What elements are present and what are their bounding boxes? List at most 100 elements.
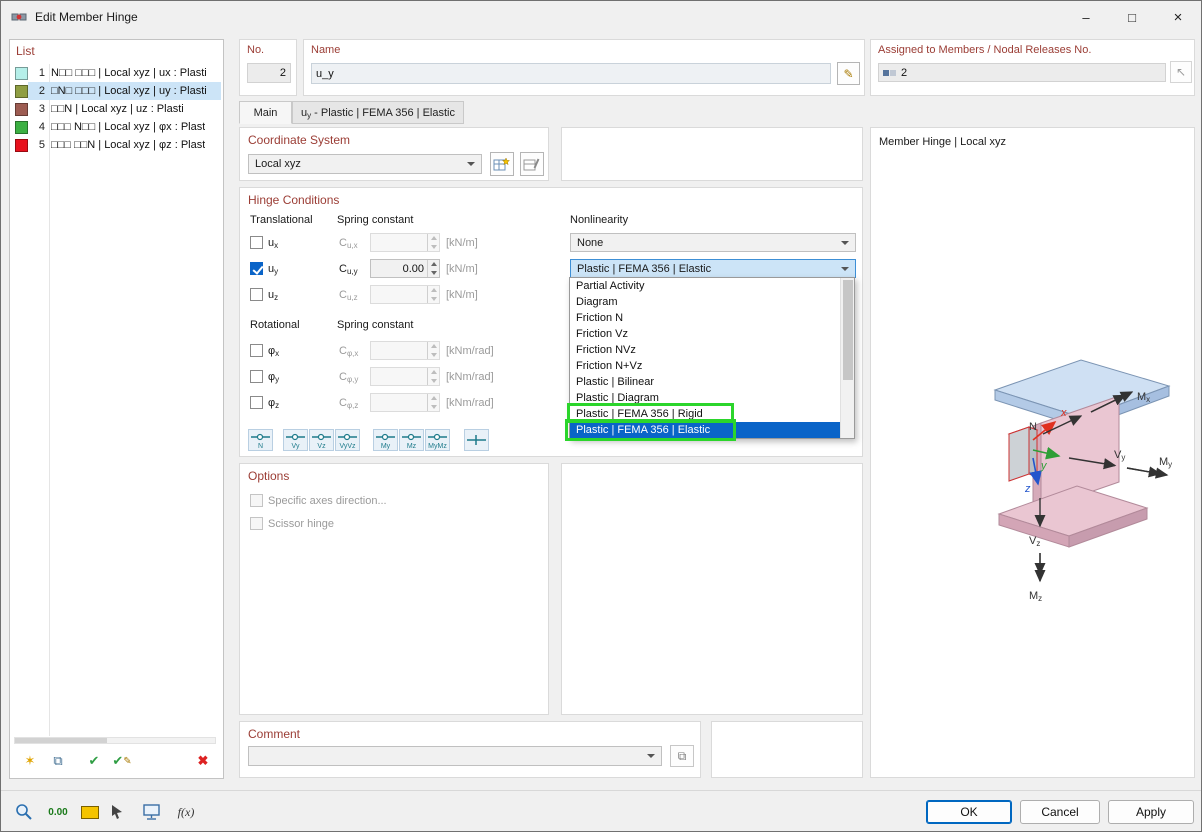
spring-input-cphiy[interactable] (370, 367, 440, 386)
assigned-value-field: 2 (878, 63, 1166, 82)
nonlinearity-select-uy[interactable]: Plastic | FEMA 356 | Elastic (570, 259, 856, 278)
spinner-buttons[interactable] (427, 394, 439, 411)
spinner-buttons[interactable] (427, 286, 439, 303)
coordinate-system-select[interactable]: Local xyz (248, 154, 482, 174)
tab-label: uy - Plastic | FEMA 356 | Elastic (301, 107, 455, 119)
hinge-symbol-icon (466, 434, 487, 446)
options-label: Options (248, 469, 289, 483)
diagram-panel[interactable]: Member Hinge | Local xyz (870, 127, 1195, 778)
decimal-places-button[interactable]: 0.00 (45, 799, 71, 825)
checkbox-uz[interactable] (250, 288, 263, 301)
dropdown-option[interactable]: Plastic | Bilinear (570, 374, 840, 390)
dropdown-option[interactable]: Friction Vz (570, 326, 840, 342)
copy-hinge-button[interactable]: ⧉ (46, 750, 70, 772)
ok-button[interactable]: OK (926, 800, 1012, 824)
monitor-icon (142, 803, 162, 821)
scrollbar-thumb[interactable] (843, 280, 853, 380)
maximize-button[interactable]: □ (1109, 1, 1155, 33)
hinge-preset-vy-button[interactable]: Vy (283, 429, 308, 451)
checkbox-specific-axes[interactable] (250, 494, 263, 507)
unit-label: [kNm/rad] (446, 345, 494, 357)
member-hinge-3d-view[interactable]: x y z N Mx Vy My Vz Mz (883, 328, 1183, 618)
list-item-number: 3 (28, 103, 45, 115)
spring-input-cphix[interactable] (370, 341, 440, 360)
cancel-button[interactable]: Cancel (1020, 800, 1100, 824)
list-item[interactable]: 5□□□ □□N | Local xyz | φz : Plast (12, 136, 221, 154)
tab-uy-plastic[interactable]: uy - Plastic | FEMA 356 | Elastic (292, 101, 464, 124)
spinner-buttons[interactable] (427, 260, 439, 277)
dropdown-option[interactable]: Partial Activity (570, 278, 840, 294)
nonlinearity-dropdown: Partial Activity Diagram Friction N Fric… (569, 277, 855, 439)
spinner-buttons[interactable] (427, 234, 439, 251)
apply-button[interactable]: Apply (1108, 800, 1194, 824)
display-settings-button[interactable] (139, 799, 165, 825)
list-scrollbar-horizontal[interactable] (14, 737, 216, 744)
checkbox-uy[interactable] (250, 262, 263, 275)
dropdown-option[interactable]: Friction N+Vz (570, 358, 840, 374)
app-icon (11, 9, 27, 25)
hinge-preset-n-button[interactable]: N (248, 429, 273, 451)
list-item-label: N□□ □□□ | Local xyz | ux : Plasti (51, 67, 207, 79)
name-input[interactable] (311, 63, 831, 84)
dropdown-option[interactable]: Plastic | Diagram (570, 390, 840, 406)
spinner-buttons[interactable] (427, 368, 439, 385)
edit-name-button[interactable]: ✎ (837, 62, 860, 85)
hinge-preset-my-button[interactable]: My (373, 429, 398, 451)
spring-constant-header: Spring constant (337, 214, 413, 226)
hinge-preset-vyvz-button[interactable]: VyVz (335, 429, 360, 451)
checkbox-phiz[interactable] (250, 396, 263, 409)
name-label: Name (311, 44, 340, 56)
dropdown-option[interactable]: Friction N (570, 310, 840, 326)
options-panel: Options Specific axes direction... Sciss… (239, 463, 549, 715)
pick-objects-button[interactable] (105, 799, 131, 825)
specific-axes-label: Specific axes direction... (268, 495, 387, 507)
tab-label: Main (254, 107, 278, 119)
dropdown-option-selected[interactable]: Plastic | FEMA 356 | Elastic (570, 422, 840, 438)
new-hinge-button[interactable]: ✶ (18, 750, 42, 772)
spring-input-cuz[interactable] (370, 285, 440, 304)
spring-input-cux[interactable] (370, 233, 440, 252)
tab-main[interactable]: Main (239, 101, 292, 124)
list-item[interactable]: 3□□N | Local xyz | uz : Plasti (12, 100, 221, 118)
details-button[interactable] (11, 799, 37, 825)
spring-input-cuy[interactable] (370, 259, 440, 278)
vy-label: Vy (1114, 449, 1125, 462)
hinge-preset-mymz-button[interactable]: MyMz (425, 429, 450, 451)
formula-icon: f(x) (178, 805, 195, 820)
assigned-group: Assigned to Members / Nodal Releases No.… (870, 39, 1195, 96)
spring-input-cphiz[interactable] (370, 393, 440, 412)
checkbox-phix[interactable] (250, 344, 263, 357)
hinge-preset-mz-button[interactable]: Mz (399, 429, 424, 451)
spinner-buttons[interactable] (427, 342, 439, 359)
nonlinearity-header: Nonlinearity (570, 214, 628, 226)
checkbox-phiy[interactable] (250, 370, 263, 383)
copy-comment-button[interactable]: ⧉ (670, 745, 694, 767)
scrollbar-thumb[interactable] (15, 738, 107, 743)
list-item[interactable]: 2□N□ □□□ | Local xyz | uy : Plasti (12, 82, 221, 100)
formula-button[interactable]: f(x) (173, 799, 199, 825)
check-button[interactable]: ✔ (82, 750, 106, 772)
dropdown-option[interactable]: Friction NVz (570, 342, 840, 358)
color-swatch (15, 103, 28, 116)
close-button[interactable]: × (1155, 1, 1201, 33)
list-item[interactable]: 1N□□ □□□ | Local xyz | ux : Plasti (12, 64, 221, 82)
new-coordinate-system-button[interactable] (490, 152, 514, 176)
spring-label-cphiy: Cφ,y (339, 371, 358, 383)
hinge-preset-clear-button[interactable] (464, 429, 489, 451)
dropdown-option[interactable]: Plastic | FEMA 356 | Rigid (570, 406, 840, 422)
hinge-preset-vz-button[interactable]: Vz (309, 429, 334, 451)
minimize-button[interactable]: – (1063, 1, 1109, 33)
checkbox-scissor-hinge[interactable] (250, 517, 263, 530)
edit-coordinate-system-button[interactable] (520, 152, 544, 176)
dropdown-option[interactable]: Diagram (570, 294, 840, 310)
list-item[interactable]: 4□□□ N□□ | Local xyz | φx : Plast (12, 118, 221, 136)
comment-select[interactable] (248, 746, 662, 766)
color-swatch-button[interactable] (77, 799, 103, 825)
check-edit-button[interactable]: ✔✎ (110, 750, 134, 772)
pick-members-button[interactable]: ↖ (1170, 61, 1192, 83)
delete-hinge-button[interactable]: ✖ (191, 750, 215, 772)
nonlinearity-select-ux[interactable]: None (570, 233, 856, 252)
checkbox-ux[interactable] (250, 236, 263, 249)
scissor-hinge-label: Scissor hinge (268, 518, 334, 530)
dropdown-scrollbar[interactable] (840, 278, 854, 438)
